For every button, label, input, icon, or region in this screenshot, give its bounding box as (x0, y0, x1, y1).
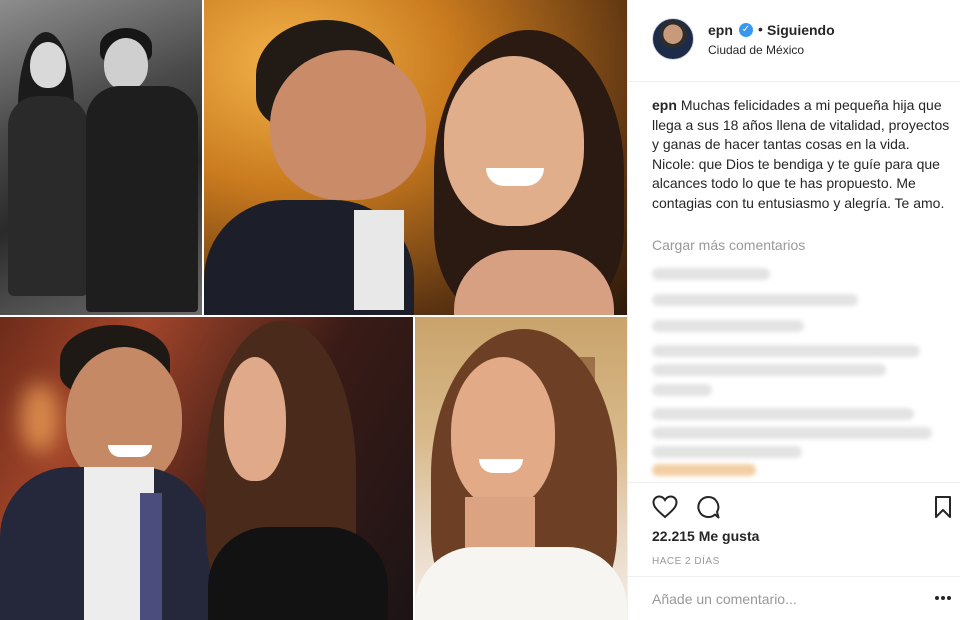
post-header: epn ✓ • Siguiendo Ciudad de México (628, 0, 960, 82)
username-link[interactable]: epn (708, 22, 733, 38)
heart-icon[interactable] (652, 495, 678, 519)
caption-text: Muchas felicidades a mi pequeña hija que… (652, 97, 950, 211)
avatar[interactable] (652, 18, 694, 60)
following-button[interactable]: Siguiendo (767, 22, 835, 38)
post-actions (628, 482, 960, 528)
comment-icon[interactable] (696, 495, 720, 519)
likes-count[interactable]: 22.215 Me gusta (652, 528, 759, 544)
collage-photo-3 (0, 317, 413, 620)
add-comment-input[interactable] (652, 589, 922, 609)
post-timestamp: Hace 2 días (652, 556, 720, 567)
collage-photo-1 (0, 0, 202, 315)
collage-photo-4 (415, 317, 627, 620)
post-caption: epn Muchas felicidades a mi pequeña hija … (652, 96, 952, 213)
location-link[interactable]: Ciudad de México (708, 43, 804, 57)
more-options-icon[interactable] (934, 593, 952, 603)
add-comment-bar (628, 576, 960, 620)
post-image-collage[interactable] (0, 0, 627, 620)
follow-separator: • (758, 21, 763, 37)
verified-badge-icon: ✓ (739, 23, 753, 37)
load-more-comments-button[interactable]: Cargar más comentarios (652, 237, 805, 253)
bookmark-icon[interactable] (934, 495, 952, 519)
collage-photo-2 (204, 0, 627, 315)
post-detail-panel: epn ✓ • Siguiendo Ciudad de México epn Mu… (627, 0, 960, 620)
caption-username[interactable]: epn (652, 97, 677, 113)
